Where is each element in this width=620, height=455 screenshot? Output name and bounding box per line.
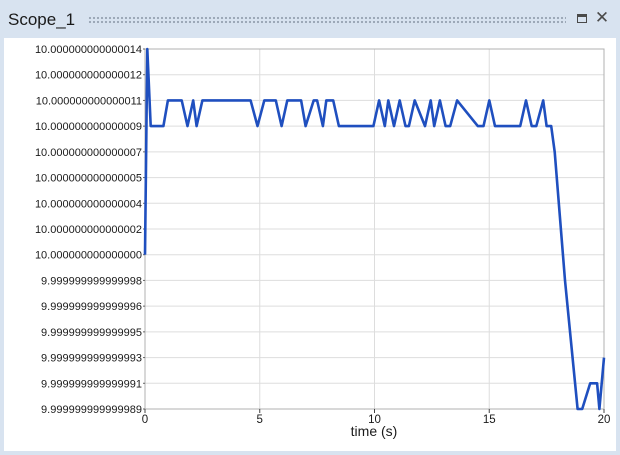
y-tick-label: 10.000000000000007 <box>35 147 142 159</box>
x-tick-label: 15 <box>483 414 496 426</box>
x-tick-label: 0 <box>142 414 148 426</box>
scope-chart: 10.000000000000014 10.000000000000012 10.0… <box>35 44 611 439</box>
x-tick-label: 5 <box>257 414 263 426</box>
window-title: Scope_1 <box>8 10 76 29</box>
y-tick-label: 9.999999999999993 <box>41 353 142 365</box>
y-tick-label: 9.999999999999995 <box>41 327 142 339</box>
close-button[interactable]: ✕ <box>594 8 610 27</box>
y-tick-label: 10.000000000000000 <box>35 250 142 262</box>
y-tick-label: 9.999999999999989 <box>41 404 142 416</box>
close-icon: ✕ <box>594 8 610 27</box>
y-tick-label: 9.999999999999998 <box>41 275 142 287</box>
y-tick-label: 10.000000000000009 <box>35 121 142 133</box>
drag-grip[interactable] <box>88 16 566 25</box>
y-tick-label: 10.000000000000002 <box>35 224 142 236</box>
scope-window: Scope_1 ✕ 10.000000000000014 10.000000000… <box>0 0 620 455</box>
y-tick-label: 10.000000000000004 <box>35 198 142 210</box>
x-tick-label: 20 <box>598 414 611 426</box>
maximize-icon <box>577 13 587 23</box>
maximize-button[interactable] <box>574 10 590 26</box>
y-tick-label: 9.999999999999991 <box>41 378 142 390</box>
plot-area[interactable]: 10.000000000000014 10.000000000000012 10.0… <box>4 38 616 451</box>
y-tick-label: 10.000000000000014 <box>35 44 142 56</box>
y-tick-label: 10.000000000000005 <box>35 173 142 185</box>
y-tick-label: 10.000000000000012 <box>35 70 142 82</box>
y-tick-label: 9.999999999999996 <box>41 301 142 313</box>
y-tick-label: 10.000000000000011 <box>36 95 142 107</box>
x-axis-label: time (s) <box>351 423 398 439</box>
title-bar[interactable]: Scope_1 ✕ <box>0 0 620 38</box>
